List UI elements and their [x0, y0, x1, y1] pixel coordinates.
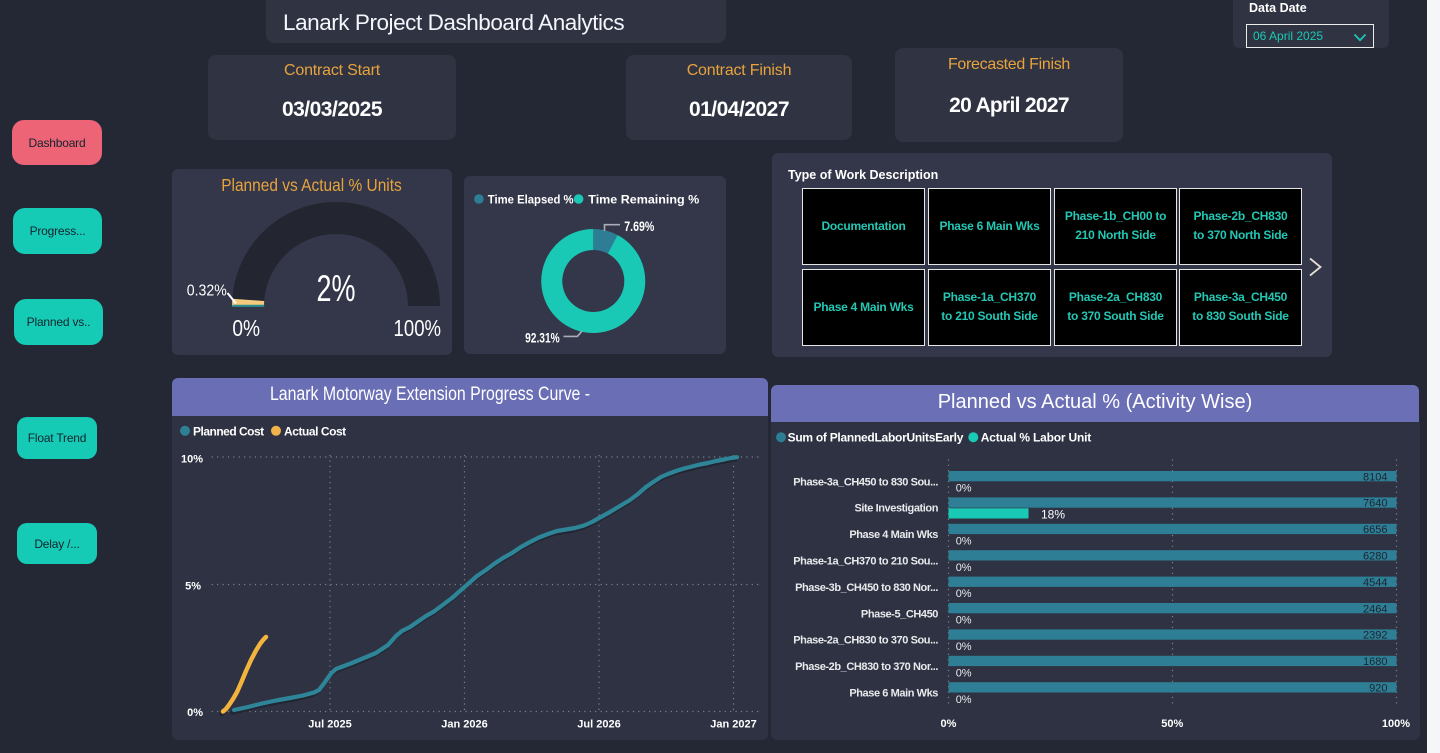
svg-text:2%: 2%	[317, 268, 356, 309]
svg-text:Time Remaining %: Time Remaining %	[588, 192, 699, 206]
svg-text:2464: 2464	[1363, 603, 1387, 615]
svg-text:Time Elapsed %: Time Elapsed %	[488, 192, 574, 206]
svg-text:0%: 0%	[956, 641, 972, 653]
svg-text:Phase-2b_CH830 to 370 Nor...: Phase-2b_CH830 to 370 Nor...	[795, 661, 938, 673]
svg-text:0%: 0%	[956, 483, 972, 495]
svg-text:1680: 1680	[1363, 656, 1387, 668]
svg-text:Phase-2a_CH830 to 370 Sou...: Phase-2a_CH830 to 370 Sou...	[793, 635, 938, 647]
svg-text:0.32%: 0.32%	[187, 283, 227, 300]
svg-text:Actual % Labor Unit: Actual % Labor Unit	[981, 431, 1091, 445]
svg-text:0%: 0%	[956, 562, 972, 574]
svg-text:50%: 50%	[1161, 718, 1183, 730]
svg-text:Phase-5_CH450: Phase-5_CH450	[861, 608, 938, 620]
svg-text:10%: 10%	[181, 454, 203, 466]
svg-text:4544: 4544	[1363, 577, 1387, 589]
svg-text:Phase-3a_CH450 to 830 Sou...: Phase-3a_CH450 to 830 Sou...	[793, 476, 938, 488]
svg-text:92.31%: 92.31%	[525, 331, 560, 346]
svg-text:Phase-1a_CH370 to 210 Sou...: Phase-1a_CH370 to 210 Sou...	[793, 556, 938, 568]
svg-text:0%: 0%	[956, 667, 972, 679]
svg-text:7.69%: 7.69%	[624, 219, 654, 234]
svg-text:0%: 0%	[187, 707, 203, 719]
svg-text:2392: 2392	[1363, 630, 1387, 642]
svg-text:0%: 0%	[956, 615, 972, 627]
svg-text:0%: 0%	[956, 588, 972, 600]
svg-text:Jul 2026: Jul 2026	[577, 719, 620, 731]
svg-text:6280: 6280	[1363, 551, 1387, 563]
svg-text:0%: 0%	[956, 694, 972, 706]
svg-text:Planned Cost: Planned Cost	[193, 425, 264, 439]
svg-text:Sum of PlannedLaborUnitsEarly: Sum of PlannedLaborUnitsEarly	[788, 431, 964, 445]
svg-text:Planned vs Actual % Units: Planned vs Actual % Units	[221, 175, 402, 195]
svg-text:920: 920	[1369, 683, 1387, 695]
svg-text:100%: 100%	[394, 315, 442, 341]
svg-text:Phase 6 Main Wks: Phase 6 Main Wks	[849, 688, 938, 700]
svg-text:Actual Cost: Actual Cost	[284, 425, 346, 439]
svg-text:8104: 8104	[1363, 471, 1387, 483]
svg-text:6656: 6656	[1363, 524, 1387, 536]
svg-text:7640: 7640	[1363, 498, 1387, 510]
svg-text:0%: 0%	[956, 535, 972, 547]
svg-text:Jul 2025: Jul 2025	[308, 719, 351, 731]
svg-text:Jan 2026: Jan 2026	[441, 719, 487, 731]
svg-text:Phase-3b_CH450 to 830 Nor...: Phase-3b_CH450 to 830 Nor...	[795, 582, 938, 594]
svg-text:18%: 18%	[1041, 507, 1065, 521]
svg-text:0%: 0%	[232, 315, 260, 341]
svg-text:0%: 0%	[941, 718, 957, 730]
svg-text:100%: 100%	[1382, 718, 1410, 730]
svg-text:Site Investigation: Site Investigation	[854, 503, 938, 515]
svg-text:5%: 5%	[185, 581, 201, 593]
svg-text:Phase 4 Main Wks: Phase 4 Main Wks	[849, 529, 938, 541]
svg-text:Jan 2027: Jan 2027	[710, 719, 756, 731]
